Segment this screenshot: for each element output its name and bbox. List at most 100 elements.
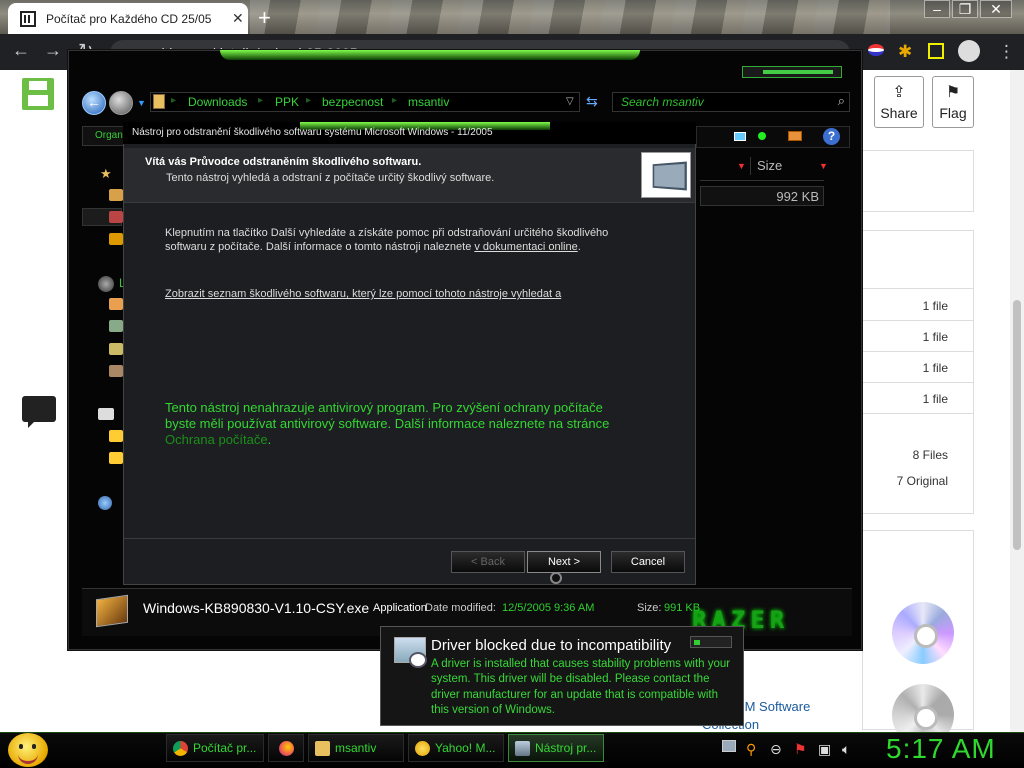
chat-bubble-icon[interactable]	[22, 396, 56, 428]
browser-tab[interactable]: Počítač pro Každého CD 25/05 ✕	[8, 3, 248, 34]
taskbar-clock[interactable]: 5:17 AM	[886, 733, 996, 765]
network-tray-icon[interactable]: ▣	[818, 741, 831, 758]
help-icon[interactable]: ?	[823, 128, 840, 145]
taskbar-item-chrome[interactable]: Počítač pr...	[166, 734, 264, 762]
cd-rom-icon[interactable]	[892, 602, 954, 664]
nav-folder-icon[interactable]	[109, 211, 123, 223]
refresh-icon[interactable]: ⇆	[586, 93, 598, 110]
nav-folder-icon[interactable]	[109, 430, 123, 442]
taskbar-label: Nástroj pr...	[535, 741, 597, 755]
nav-folder-icon[interactable]	[109, 233, 123, 245]
flag-button[interactable]: ⚑ Flag	[932, 76, 974, 128]
history-dropdown-icon[interactable]: ▼	[137, 98, 146, 108]
favorites-star-icon[interactable]: ★	[100, 166, 112, 182]
dialog-footer	[124, 538, 695, 584]
explorer-forward-icon[interactable]	[109, 91, 133, 115]
breadcrumb-downloads[interactable]: Downloads	[188, 95, 247, 109]
address-dropdown-icon[interactable]: ▽	[566, 96, 574, 107]
forward-arrow-icon[interactable]: →	[44, 40, 62, 61]
divider	[862, 351, 974, 352]
back-arrow-icon[interactable]: ←	[12, 40, 30, 61]
next-button[interactable]: Next >	[527, 551, 601, 573]
profile-avatar-icon[interactable]	[958, 40, 980, 62]
driver-warning-icon	[394, 637, 427, 668]
preview-pane-icon[interactable]	[788, 131, 802, 141]
taskbar-item-explorer[interactable]: msantiv	[308, 734, 404, 762]
detail-file-type: Application	[373, 602, 427, 614]
dialog-body-text-end: .	[577, 241, 581, 253]
network-icon[interactable]	[98, 496, 112, 510]
libraries-icon[interactable]	[98, 276, 114, 292]
maximize-icon[interactable]: ❐	[952, 0, 978, 18]
dialog-heading: Vítá vás Průvodce odstraněním škodlivého…	[145, 156, 422, 168]
action-center-flag-icon[interactable]: ⚑	[794, 741, 807, 758]
language-flag-icon[interactable]	[868, 44, 884, 56]
extensions-puzzle-icon[interactable]: ✱	[898, 42, 912, 62]
share-button[interactable]: ⇪ Share	[874, 76, 924, 128]
divider	[862, 413, 974, 414]
organize-button[interactable]: Organ	[82, 126, 128, 146]
views-icon[interactable]	[734, 132, 746, 141]
balloon-close-icon[interactable]	[690, 636, 732, 648]
total-files[interactable]: 8 Files	[866, 448, 948, 462]
nav-folder-icon[interactable]	[109, 189, 123, 201]
file-count[interactable]: 1 file	[866, 299, 948, 313]
file-count[interactable]: 1 file	[866, 361, 948, 375]
divider	[862, 382, 974, 383]
mouse-cursor-icon	[550, 572, 562, 584]
menu-kebab-icon[interactable]: ⋮	[998, 42, 1015, 62]
search-tray-icon[interactable]: ⚲	[746, 741, 756, 758]
start-button-smiley-icon[interactable]	[8, 733, 48, 767]
search-icon[interactable]: ⌕	[838, 93, 845, 109]
yahoo-messenger-icon	[415, 741, 430, 756]
back-button[interactable]: < Back	[451, 551, 525, 573]
homegroup-icon[interactable]	[98, 408, 114, 420]
breadcrumb-separator-icon: ▸	[171, 95, 177, 106]
scrollbar-thumb[interactable]	[1013, 300, 1021, 550]
column-dropdown-icon[interactable]: ▼	[737, 161, 746, 171]
taskbar-item-yahoo[interactable]: Yahoo! M...	[408, 734, 504, 762]
original-count[interactable]: 7 Original	[866, 474, 948, 488]
nav-folder-icon[interactable]	[109, 365, 123, 377]
column-dropdown-icon[interactable]: ▼	[819, 161, 828, 171]
archive-favicon-icon	[20, 11, 36, 27]
divider	[862, 288, 974, 289]
breadcrumb-msantiv[interactable]: msantiv	[408, 95, 449, 109]
dialog-body-text: Klepnutím na tlačítko Další vyhledáte a …	[165, 226, 635, 254]
breadcrumb-bezpecnost[interactable]: bezpecnost	[322, 95, 383, 109]
nav-folder-icon[interactable]	[109, 298, 123, 310]
sidebar-icon[interactable]	[928, 43, 944, 59]
online-documentation-link[interactable]: v dokumentaci online	[474, 241, 577, 253]
file-count[interactable]: 1 file	[866, 330, 948, 344]
driver-tray-icon[interactable]	[722, 740, 736, 752]
detail-size-label: Size:	[637, 602, 662, 614]
explorer-back-icon[interactable]: ←	[82, 91, 106, 115]
cancel-button[interactable]: Cancel	[611, 551, 685, 573]
window-close-icon[interactable]: ✕	[980, 0, 1012, 18]
nav-folder-icon[interactable]	[109, 343, 123, 355]
explorer-search-input[interactable]: Search msantiv ⌕	[612, 92, 850, 112]
breadcrumb-ppk[interactable]: PPK	[275, 95, 299, 109]
minimize-icon[interactable]: –	[924, 0, 950, 18]
taskbar-item-firefox[interactable]	[268, 734, 304, 762]
breadcrumb-separator-icon: ▸	[258, 95, 264, 106]
taskbar-label: Yahoo! M...	[435, 741, 496, 755]
taskbar-item-msrt[interactable]: Nástroj pr...	[508, 734, 604, 762]
share-label: Share	[880, 105, 918, 121]
nav-folder-icon[interactable]	[109, 452, 123, 464]
file-count[interactable]: 1 file	[866, 392, 948, 406]
nav-folder-icon[interactable]	[109, 320, 123, 332]
new-tab-button[interactable]: +	[258, 5, 271, 31]
tab-close-icon[interactable]: ✕	[232, 10, 244, 27]
minus-tray-icon[interactable]: ⊖	[770, 741, 782, 758]
computer-protection-link[interactable]: Ochrana počítače	[165, 432, 268, 447]
volume-icon[interactable]: 🔈︎	[842, 741, 850, 758]
size-column-header[interactable]: Size ▼	[750, 157, 828, 175]
taskbar-label: msantiv	[335, 741, 377, 755]
balloon-text: A driver is installed that causes stabil…	[431, 658, 731, 716]
explorer-window-controls[interactable]	[742, 66, 842, 78]
file-size-cell[interactable]: 992 KB	[700, 186, 824, 206]
folder-icon	[153, 94, 165, 109]
status-dot-icon[interactable]	[758, 132, 766, 140]
malware-list-link[interactable]: Zobrazit seznam škodlivého softwaru, kte…	[165, 288, 561, 300]
